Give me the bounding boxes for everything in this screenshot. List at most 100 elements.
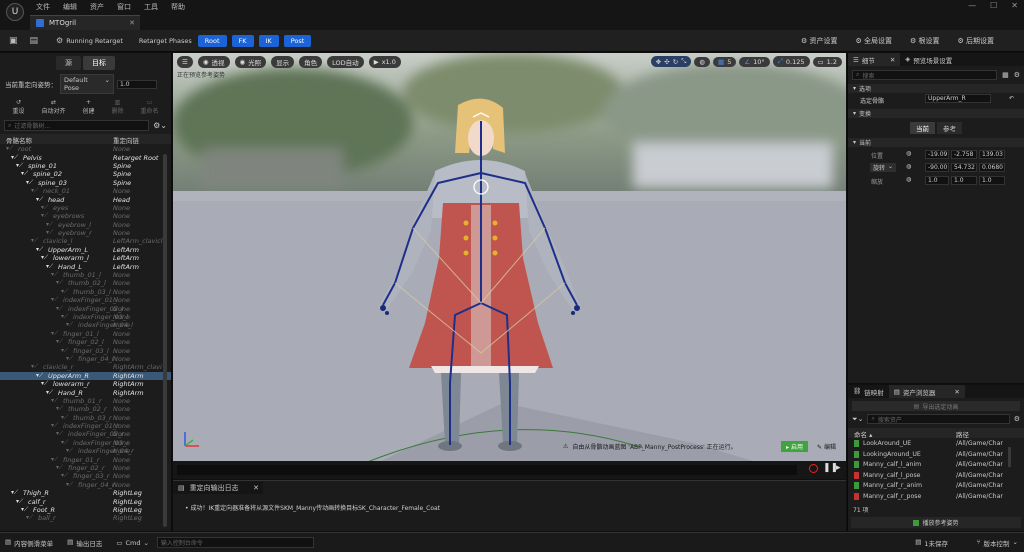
asset-settings-gear-icon[interactable]: ⚙: [1014, 415, 1020, 423]
reset-button[interactable]: ↺ 重设: [12, 99, 24, 115]
settings-gear-icon[interactable]: ⚙⌄: [153, 121, 167, 130]
cmd-dropdown[interactable]: ▭ Cmd ⌄: [116, 539, 149, 547]
close-button[interactable]: ✕: [1011, 1, 1018, 10]
source-control-button[interactable]: ⑂ 版本控制 ⌄: [977, 538, 1018, 548]
bone-row[interactable]: ▾⟋ finger_01_r None: [0, 455, 171, 464]
auto-align-button[interactable]: ⇄ 自动对齐: [41, 99, 65, 115]
bone-row[interactable]: ▾⟋ head Head: [0, 195, 171, 204]
asset-search-input[interactable]: ⌕ 搜索资产: [867, 414, 1010, 424]
bone-row[interactable]: ▾⟋ clavicle_l LeftArm_clavicl: [0, 237, 171, 245]
scale-snap-button[interactable]: ⤢ 0.125: [772, 56, 810, 67]
bone-row[interactable]: ▾⟋ Thigh_R RightLeg: [0, 489, 171, 497]
unreal-logo-icon[interactable]: U: [6, 3, 24, 21]
pose-dropdown[interactable]: Default Pose ⌄: [60, 74, 114, 94]
post-settings-button[interactable]: ⚙ 后期设置: [957, 36, 994, 46]
document-tab[interactable]: MTOgril ✕: [30, 15, 140, 30]
maximize-button[interactable]: ☐: [990, 1, 997, 10]
running-retarget-button[interactable]: Running Retarget: [66, 37, 123, 45]
transform-tools[interactable]: ✥ ✣ ↻ ⤡: [650, 56, 692, 67]
bone-row[interactable]: ▾⟋ finger_04_r None: [0, 481, 171, 489]
close-asset-browser-icon[interactable]: ✕: [954, 388, 959, 396]
bone-row[interactable]: ▾⟋ finger_03_r None: [0, 472, 171, 480]
menu-item-3[interactable]: 窗口: [117, 2, 131, 12]
close-details-icon[interactable]: ✕: [890, 56, 895, 64]
reset-arrow-icon[interactable]: ↶: [1009, 95, 1014, 102]
asset-row[interactable]: LookAround_UE/All/Game/Char: [848, 438, 1024, 449]
menu-item-2[interactable]: 资产: [90, 2, 104, 12]
unsaved-button[interactable]: ▤ 1未保存: [915, 538, 948, 548]
retarget-chain-column-header[interactable]: 重定向链: [113, 135, 139, 145]
rename-button[interactable]: ▭ 重命名: [140, 99, 158, 115]
bone-row[interactable]: ▾⟋ Hand_L LeftArm: [0, 262, 171, 271]
bone-row[interactable]: ▾⟋ thumb_01_l None: [0, 271, 171, 279]
bone-row[interactable]: ▾⟋ indexFinger_03_l None: [0, 313, 171, 321]
close-log-tab-icon[interactable]: ✕: [253, 484, 259, 492]
camera-speed-button[interactable]: ▭ 1.2: [812, 56, 842, 67]
bone-row[interactable]: ▾⟋ finger_02_r None: [0, 464, 171, 472]
menu-item-1[interactable]: 编辑: [63, 2, 77, 12]
create-button[interactable]: + 创建: [82, 99, 94, 115]
bone-name-column-header[interactable]: 骨骼名称: [6, 135, 32, 145]
record-icon[interactable]: [809, 464, 818, 473]
location-z-field[interactable]: 139.03: [979, 150, 1005, 159]
global-settings-button[interactable]: ⚙ 全局设置: [855, 36, 892, 46]
browse-icon[interactable]: ▤: [30, 36, 39, 46]
chain-mapping-tab[interactable]: ⛓ 链映射: [848, 387, 889, 397]
scale-y-field[interactable]: 1.0: [951, 176, 977, 185]
bone-row[interactable]: ▾⟋ Pelvis Retarget Root: [0, 153, 171, 162]
minimize-button[interactable]: —: [968, 1, 976, 10]
bone-row[interactable]: ▾⟋ eyebrow_l None: [0, 221, 171, 229]
bone-row[interactable]: ▾⟋ indexFinger_03_r None: [0, 439, 171, 447]
bone-row[interactable]: ▾⟋ finger_03_l None: [0, 346, 171, 355]
rotation-dropdown[interactable]: 旋转 ⌄: [870, 163, 897, 172]
bone-row[interactable]: ▾⟋ UpperArm_R RightArm: [0, 371, 171, 380]
asset-settings-button[interactable]: ⚙ 资产设置: [801, 36, 838, 46]
bone-row[interactable]: ▾⟋ finger_02_l None: [0, 338, 171, 346]
menu-item-5[interactable]: 帮助: [171, 2, 185, 12]
bone-row[interactable]: ▾⟋ thumb_03_r None: [0, 414, 171, 422]
asset-list-scrollbar[interactable]: [1008, 447, 1011, 467]
asset-row[interactable]: Manny_calf_l_anim/All/Game/Char: [848, 459, 1024, 470]
bone-row[interactable]: ▾⟋ finger_04_l None: [0, 355, 171, 363]
asset-row[interactable]: Manny_calf_l_pose/All/Game/Char: [848, 470, 1024, 481]
rotation-x-field[interactable]: -90.00: [925, 163, 949, 172]
next-frame-icon[interactable]: ▸: [836, 463, 841, 473]
bone-row[interactable]: ▾⟋ spine_03 Spine: [0, 179, 171, 187]
lod-auto-button[interactable]: LOD自动: [327, 56, 364, 68]
scale-z-field[interactable]: 1.0: [979, 176, 1005, 185]
perspective-button[interactable]: ◉ 透视: [197, 56, 230, 68]
bone-row[interactable]: ▾⟋ finger_01_l None: [0, 330, 171, 338]
bone-row[interactable]: ▾⟋ eyebrows None: [0, 212, 171, 220]
filter-icon[interactable]: ⏷⌄: [852, 415, 863, 424]
bone-row[interactable]: ▾⟋ indexFinger_04_r None: [0, 447, 171, 455]
scale-globe-icon[interactable]: ◍: [906, 176, 911, 183]
phase-fk-button[interactable]: FK: [231, 34, 254, 47]
tree-scrollbar[interactable]: [163, 154, 167, 527]
bone-row[interactable]: ▾⟋ thumb_02_r None: [0, 405, 171, 413]
asset-row[interactable]: LookingAround_UE/All/Game/Char: [848, 449, 1024, 460]
phase-ik-button[interactable]: IK: [258, 34, 279, 47]
bone-row[interactable]: ▾⟋ thumb_03_l None: [0, 288, 171, 296]
play-speed-button[interactable]: ▶ x1.0: [368, 56, 401, 68]
selection-section-header[interactable]: ▾ 选项: [848, 84, 1024, 93]
settings-gear-icon[interactable]: ⚙: [1014, 71, 1020, 79]
export-animations-button[interactable]: ▤ 导出选定动画: [852, 401, 1020, 411]
rotation-z-field[interactable]: 0.0680: [979, 163, 1005, 172]
asset-browser-tab[interactable]: ▤ 资产浏览器 ✕: [888, 385, 965, 398]
bone-row[interactable]: ▾⟋ spine_02 Spine: [0, 170, 171, 178]
console-input[interactable]: 输入控制台命令: [156, 537, 314, 548]
character-model[interactable]: [173, 53, 846, 479]
reference-toggle-button[interactable]: 参考: [937, 122, 962, 134]
bone-row[interactable]: ▾⟋ thumb_02_l None: [0, 279, 171, 287]
rotation-y-field[interactable]: 54.732: [951, 163, 977, 172]
asset-row[interactable]: Manny_calf_r_anim/All/Game/Char: [848, 480, 1024, 491]
details-tab[interactable]: ☰ 细节 ✕: [848, 53, 901, 66]
show-button[interactable]: 显示: [271, 56, 295, 68]
selected-bone-field[interactable]: UpperArm_R: [925, 94, 991, 103]
bone-row[interactable]: ▾⟋ Foot_R RightLeg: [0, 506, 171, 514]
transform-section-header[interactable]: ▾ 变换: [848, 109, 1024, 118]
log-tab[interactable]: ▤ 重定向输出日志 ✕: [173, 481, 263, 494]
pose-scale-field[interactable]: 1.0: [117, 79, 157, 89]
bone-row[interactable]: ▾⟋ indexFinger_04_l None: [0, 321, 171, 329]
bone-row[interactable]: ▾⟋ indexFinger_02_r None: [0, 430, 171, 438]
